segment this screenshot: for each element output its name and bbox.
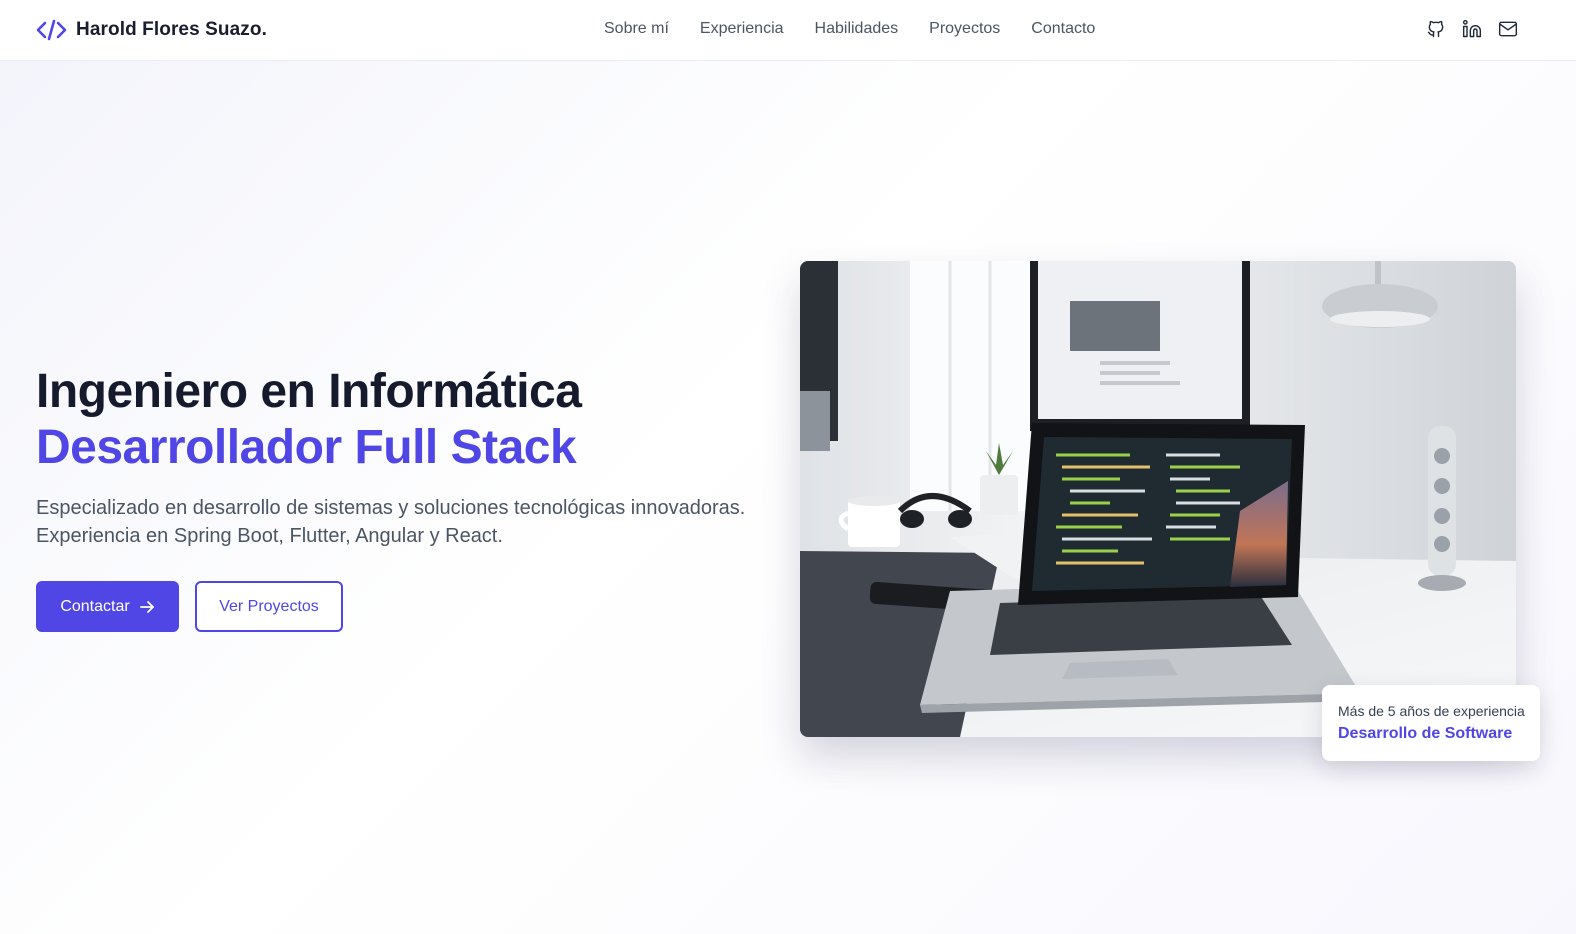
nav-link-sobre-mi[interactable]: Sobre mí bbox=[604, 19, 669, 39]
code-icon bbox=[36, 19, 67, 41]
laptop-desk-photo bbox=[800, 261, 1516, 737]
nav-link-experiencia[interactable]: Experiencia bbox=[700, 19, 784, 39]
hero-description: Especializado en desarrollo de sistemas … bbox=[36, 494, 766, 550]
brand-logo[interactable]: Harold Flores Suazo. bbox=[36, 15, 267, 45]
arrow-right-icon bbox=[139, 600, 154, 613]
linkedin-icon[interactable] bbox=[1462, 18, 1482, 40]
ver-proyectos-button[interactable]: Ver Proyectos bbox=[195, 581, 343, 632]
experience-badge-subtitle: Más de 5 años de experiencia bbox=[1338, 703, 1525, 719]
social-links bbox=[1426, 18, 1518, 40]
hero-image bbox=[800, 261, 1516, 737]
hero-title-line-1: Ingeniero en Informática bbox=[36, 365, 582, 418]
nav-link-proyectos[interactable]: Proyectos bbox=[929, 19, 1000, 39]
experience-badge: Más de 5 años de experiencia Desarrollo … bbox=[1322, 685, 1540, 761]
navbar: Harold Flores Suazo. Sobre mí Experienci… bbox=[0, 0, 1576, 61]
hero-description-line-2: Experiencia en Spring Boot, Flutter, Ang… bbox=[36, 525, 503, 547]
nav-link-habilidades[interactable]: Habilidades bbox=[815, 19, 899, 39]
github-icon[interactable] bbox=[1426, 18, 1446, 40]
contactar-button[interactable]: Contactar bbox=[36, 581, 179, 632]
main-nav: Sobre mí Experiencia Habilidades Proyect… bbox=[604, 19, 1126, 39]
experience-badge-title: Desarrollo de Software bbox=[1338, 725, 1513, 742]
ver-proyectos-button-label: Ver Proyectos bbox=[219, 597, 319, 615]
nav-link-contacto[interactable]: Contacto bbox=[1031, 19, 1095, 39]
contactar-button-label: Contactar bbox=[60, 597, 130, 615]
hero-description-line-1: Especializado en desarrollo de sistemas … bbox=[36, 497, 746, 519]
hero-title: Ingeniero en Informática Desarrollador F… bbox=[36, 364, 756, 476]
hero-title-line-2: Desarrollador Full Stack bbox=[36, 421, 577, 474]
brand-name: Harold Flores Suazo. bbox=[76, 19, 267, 40]
mail-icon[interactable] bbox=[1498, 18, 1518, 40]
